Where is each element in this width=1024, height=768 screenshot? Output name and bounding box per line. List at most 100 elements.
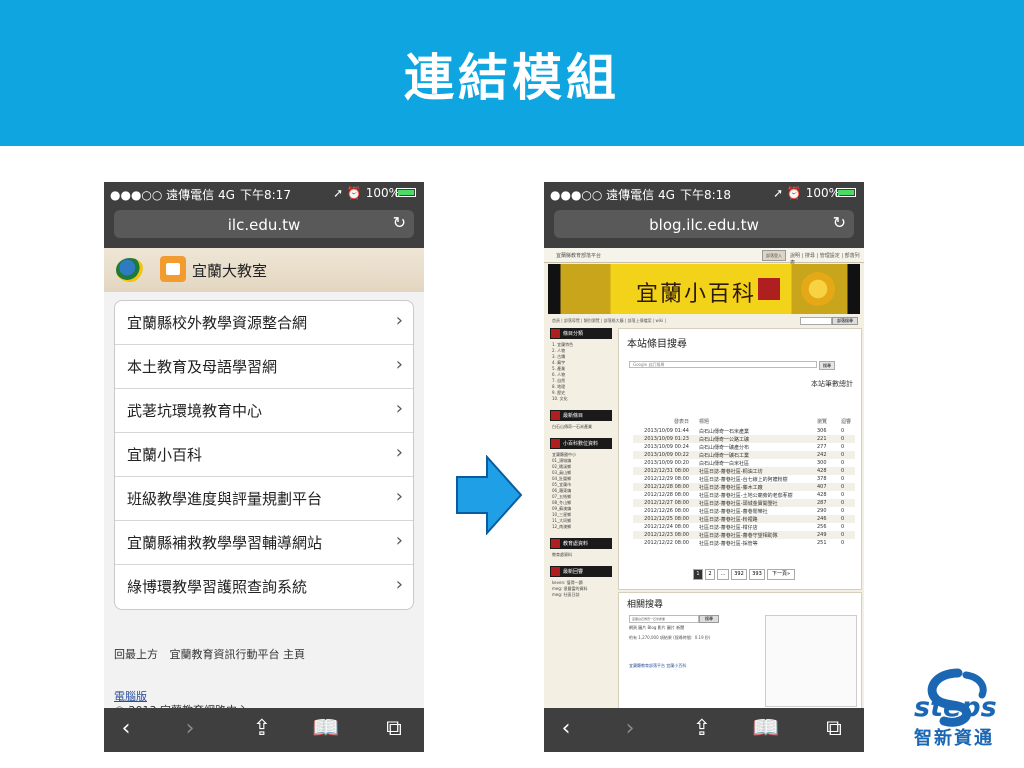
reload-icon[interactable]: ↻: [393, 213, 406, 232]
pager-item[interactable]: 392: [731, 569, 747, 580]
chevron-right-icon: ›: [395, 310, 403, 331]
pager-item[interactable]: ...: [717, 569, 729, 580]
share-icon[interactable]: ⇪: [686, 716, 718, 741]
sidebar-link[interactable]: 12_南澳鄉: [552, 524, 576, 530]
table-row: 2013/10/09 00:22 白石山傳奇一礦石工業 242 0: [633, 451, 855, 459]
pager-item[interactable]: 1: [693, 569, 703, 580]
blog-sidebar: 條目分類 1. 宜蘭特色 2. 人物 3. 古蹟 4. 廟宇 5. 產業 6. 人物 7. 自…: [548, 328, 614, 708]
url-text: blog.ilc.edu.tw: [649, 216, 759, 234]
sidebar-list: 白石山傳奇一石米產業: [552, 424, 592, 430]
site-title[interactable]: 宜蘭大教室: [192, 260, 267, 281]
tabs-icon[interactable]: ⧉: [378, 716, 410, 741]
site-header: 宜蘭大教室: [104, 248, 424, 292]
table-cell-date: 2012/12/29 08:00: [644, 476, 689, 482]
chevron-right-icon: ›: [395, 398, 403, 419]
url-text: ilc.edu.tw: [227, 216, 301, 234]
table-cell-title[interactable]: 社區日誌-蕃巷社區-台七線上的阿嬤粉樹: [699, 476, 788, 483]
tabs-icon[interactable]: ⧉: [818, 716, 850, 741]
table-cell-date: 2013/10/09 01:23: [644, 436, 689, 442]
table-row: 2012/12/24 08:00 社區日誌-蕃巷社區-柑仔店 256 0: [633, 523, 855, 531]
table-cell-date: 2012/12/31 08:00: [644, 468, 689, 474]
sidebar-link[interactable]: 10. 文化: [552, 396, 573, 402]
home-link[interactable]: 宜蘭教育資訊行動平台 主頁: [170, 648, 306, 661]
table-cell-title[interactable]: 白石山傳奇一石米產業: [699, 428, 749, 435]
table-cell-title[interactable]: 白石山傳奇一礦石工業: [699, 452, 749, 459]
address-bar[interactable]: blog.ilc.edu.tw ↻: [554, 210, 854, 238]
bookmarks-icon[interactable]: 📖: [310, 716, 342, 741]
table-cell-title[interactable]: 社區日誌-蕃巷社區-頭城金寶開墾社: [699, 500, 778, 507]
table-cell-title[interactable]: 社區日誌-蕃巷社區-桐油工坊: [699, 468, 763, 475]
table-cell-title[interactable]: 社區日誌-蕃巷社區-蕃巷閒樂社: [699, 508, 768, 515]
table-cell-title[interactable]: 社區日誌-蕃巷社區-採管等: [699, 540, 758, 547]
sidebar-heading-label: 教育處資料: [563, 541, 589, 547]
table-cell-title[interactable]: 社區日誌-蕃巷社區-土地公廟旁的老茄苳樹: [699, 492, 793, 499]
transition-arrow-icon: [456, 455, 523, 535]
related-result-link[interactable]: 宜蘭縣教育部落平台 宜蘭小百科: [629, 663, 759, 669]
link-item[interactable]: 宜蘭小百科 ›: [115, 433, 413, 477]
blog-search-input[interactable]: [800, 317, 832, 325]
back-icon[interactable]: ‹: [110, 716, 142, 741]
forward-icon[interactable]: ›: [614, 716, 646, 741]
link-item-label: 班級教學進度與評量規劃平台: [127, 490, 323, 508]
reload-icon[interactable]: ↻: [833, 213, 846, 232]
link-item[interactable]: 武荖坑環境教育中心 ›: [115, 389, 413, 433]
table-cell-date: 2012/12/27 08:00: [644, 500, 689, 506]
pager-item[interactable]: 下一頁»: [767, 569, 795, 580]
forward-icon[interactable]: ›: [174, 716, 206, 741]
table-cell-title[interactable]: 白石山傳奇一白米社區: [699, 460, 749, 467]
back-icon[interactable]: ‹: [550, 716, 582, 741]
table-cell-title[interactable]: 白石山傳奇一礦產分布: [699, 444, 749, 451]
sidebar-link[interactable]: 白石山傳奇一石米產業: [552, 424, 592, 430]
table-cell-comments: 0: [841, 524, 845, 530]
table-row: 2012/12/26 08:00 社區日誌-蕃巷社區-蕃巷閒樂社 290 0: [633, 507, 855, 515]
breadcrumb[interactable]: 首頁 | 部落導覽 | 類別瀏覽 | 部落格大廳 | 部落上傳檔案 | wiki…: [552, 318, 666, 324]
address-bar[interactable]: ilc.edu.tw ↻: [114, 210, 414, 238]
home-icon[interactable]: [160, 256, 186, 282]
pager-item[interactable]: 2: [705, 569, 715, 580]
table-cell-title[interactable]: 社區日誌-蕃巷社區-蕃巷守望相助隊: [699, 532, 778, 539]
table-cell-date: 2012/12/23 08:00: [644, 532, 689, 538]
table-header-row: 發表日 標題 瀏覽 迴響: [633, 417, 855, 425]
table-cell-views: 249: [817, 532, 827, 538]
related-result-count: 約有 1,270,000 項結果 (搜尋時間：0.19 秒): [629, 635, 711, 640]
link-item[interactable]: 本土教育及母語學習網 ›: [115, 345, 413, 389]
table-cell-title[interactable]: 社區日誌-蕃巷社區-藤木工廠: [699, 484, 763, 491]
related-tabs[interactable]: 網頁 圖片 Blog 影片 圖片 新聞: [629, 625, 684, 631]
related-search-input[interactable]: 宜蘭白石傳奇一石米產業: [629, 615, 699, 623]
blog-site-name[interactable]: 宜蘭縣教育部落平台: [556, 252, 601, 259]
table-cell-views: 221: [817, 436, 827, 442]
table-row: 2012/12/22 08:00 社區日誌-蕃巷社區-採管等 251 0: [633, 539, 855, 547]
site-logo-icon[interactable]: [116, 258, 144, 282]
sidebar-link[interactable]: 教育處資料: [552, 552, 572, 558]
blog-login-button[interactable]: 部落登入: [762, 250, 786, 261]
google-search-button[interactable]: 搜尋: [819, 361, 835, 370]
back-to-top-link[interactable]: 回最上方: [114, 648, 158, 661]
table-row: 2012/12/28 08:00 社區日誌-蕃巷社區-土地公廟旁的老茄苳樹 428 0: [633, 491, 855, 499]
link-item[interactable]: 宜蘭縣校外教學資源整合網 ›: [115, 301, 413, 345]
share-icon[interactable]: ⇪: [246, 716, 278, 741]
link-item[interactable]: 宜蘭縣補救教學學習輔導網站 ›: [115, 521, 413, 565]
related-search-button[interactable]: 搜尋: [699, 615, 719, 623]
sidebar-heading-icon: [551, 411, 560, 420]
link-item[interactable]: 班級教學進度與評量規劃平台 ›: [115, 477, 413, 521]
browser-toolbar: ‹ › ⇪ 📖 ⧉: [104, 708, 424, 752]
table-cell-views: 277: [817, 444, 827, 450]
table-row: 2012/12/27 08:00 社區日誌-蕃巷社區-頭城金寶開墾社 287 0: [633, 499, 855, 507]
table-cell-comments: 0: [841, 468, 845, 474]
pager-item[interactable]: 393: [749, 569, 765, 580]
blog-search-button[interactable]: 部落搜尋: [832, 317, 858, 325]
link-item[interactable]: 綠博環教學習護照查詢系統 ›: [115, 565, 413, 609]
table-cell-title[interactable]: 社區日誌-蕃巷社區-粉裡路: [699, 516, 758, 523]
left-phone-screenshot: ●●●○○ 遠傳電信 4G 下午8:17 ➚ ⏰ 100% ilc.edu.tw…: [104, 182, 424, 752]
table-cell-title[interactable]: 白石山傳奇一公路工礦: [699, 436, 749, 443]
table-cell-date: 2012/12/25 08:00: [644, 516, 689, 522]
right-phone-screenshot: ●●●○○ 遠傳電信 4G 下午8:18 ➚ ⏰ 100% blog.ilc.e…: [544, 182, 864, 752]
link-item-label: 宜蘭小百科: [127, 446, 203, 464]
blog-page: 宜蘭縣教育部落平台 部落登入 說明 | 搜尋 | 管理設定 | 部落列表 宜蘭小…: [544, 248, 864, 708]
table-cell-comments: 0: [841, 460, 845, 466]
clock: 下午8:18: [680, 188, 731, 202]
table-cell-title[interactable]: 社區日誌-蕃巷社區-柑仔店: [699, 524, 758, 531]
sidebar-link[interactable]: meg: 社區日誌: [552, 592, 588, 598]
bookmarks-icon[interactable]: 📖: [750, 716, 782, 741]
google-search-input[interactable]: Google 自訂搜尋: [629, 361, 817, 368]
